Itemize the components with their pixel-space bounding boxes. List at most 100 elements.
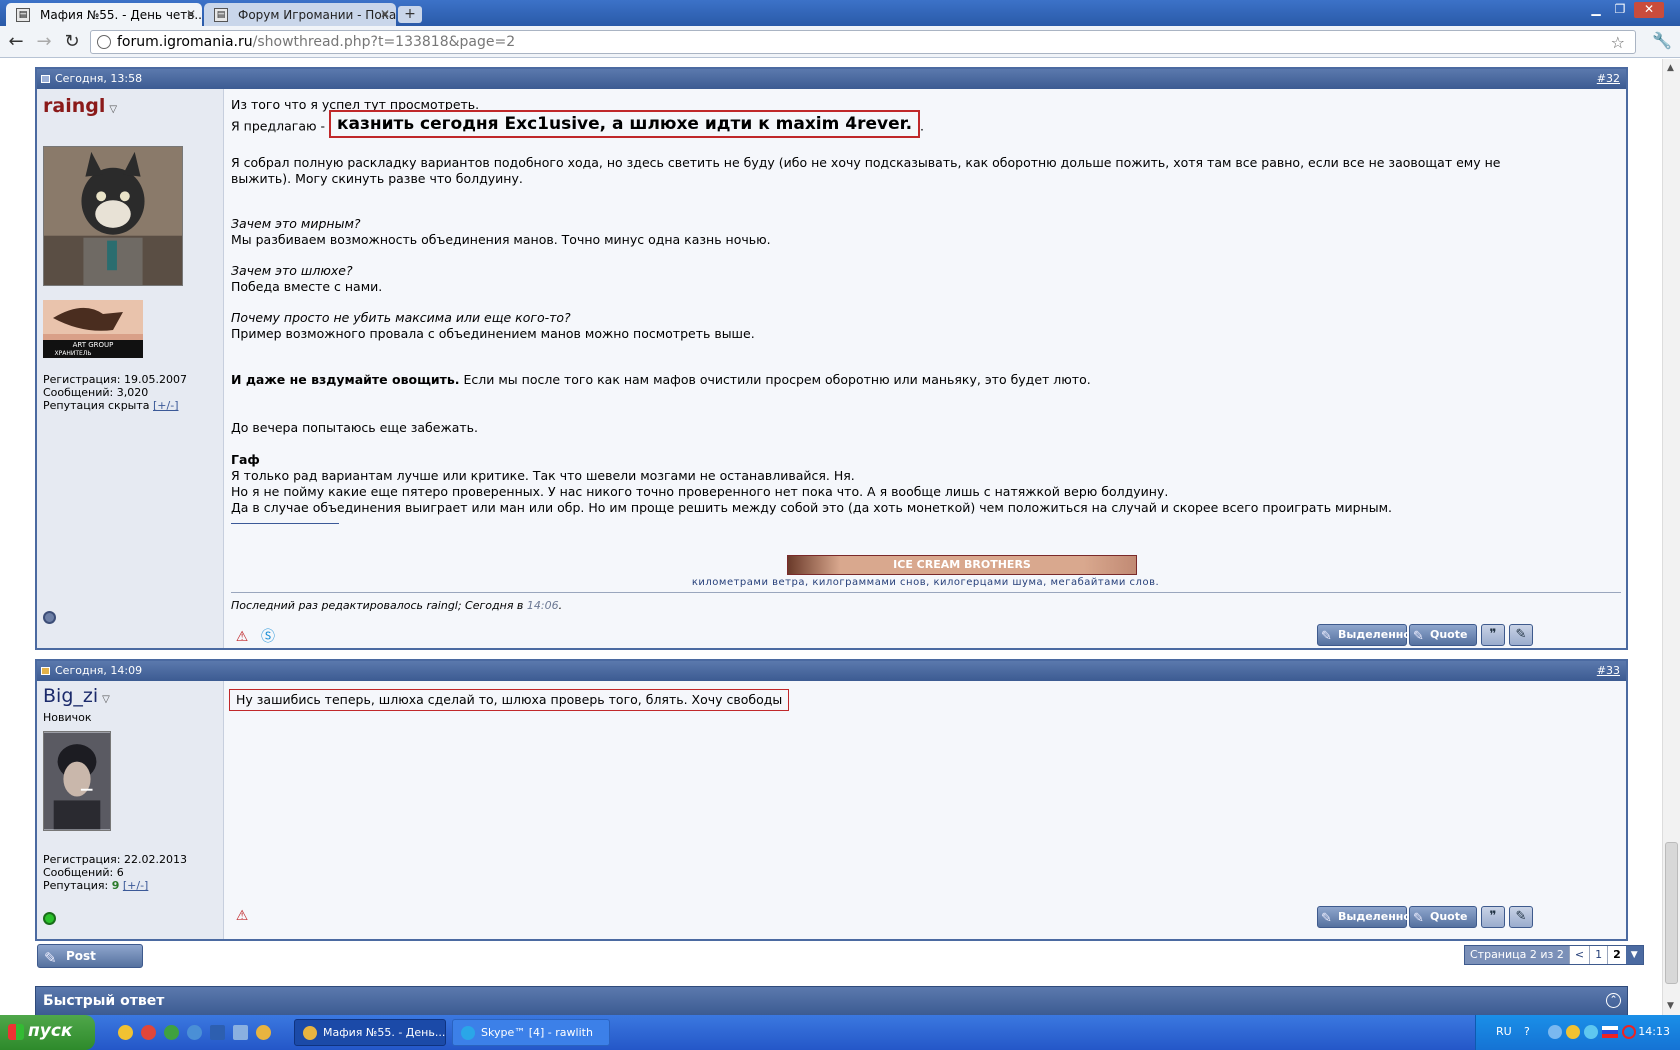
post-33: Сегодня, 14:09 #33 Big_zi ▽ Новичок Регис… bbox=[35, 659, 1628, 941]
minimize-icon[interactable]: ▁ bbox=[1586, 2, 1606, 18]
page-1-link[interactable]: 1 bbox=[1589, 946, 1607, 964]
quicklaunch-icon[interactable] bbox=[118, 1025, 133, 1040]
post-reply-button[interactable]: ✎ Post Reply bbox=[37, 944, 143, 985]
scroll-up-icon[interactable]: ▲ bbox=[1667, 63, 1674, 73]
reply-quote-icon[interactable]: ❞ bbox=[1481, 906, 1505, 928]
skype-icon[interactable]: Ⓢ bbox=[259, 628, 277, 646]
edit-icon[interactable]: ✎ bbox=[1509, 906, 1533, 928]
user-info-column: raingl ▽ ART GROUP ХРАНИТЕЛЬ Регистрация… bbox=[37, 89, 224, 648]
close-window-icon[interactable]: ✕ bbox=[1634, 2, 1664, 18]
help-icon[interactable]: ? bbox=[1524, 1025, 1530, 1038]
bold-text: И даже не вздумайте овощить. bbox=[231, 372, 460, 387]
post-text: Если мы после того как нам мафов очистил… bbox=[459, 372, 1091, 387]
edited-suffix: . bbox=[558, 599, 563, 612]
post-line: Победа вместе с нами. bbox=[231, 279, 383, 294]
quicklaunch-icon[interactable] bbox=[233, 1025, 248, 1040]
chrome-icon[interactable] bbox=[256, 1025, 271, 1040]
star-icon[interactable]: ☆ bbox=[1611, 32, 1625, 54]
tray-icon[interactable] bbox=[1548, 1025, 1562, 1039]
forward-arrow-icon[interactable]: → bbox=[34, 32, 54, 52]
scroll-down-icon[interactable]: ▼ bbox=[1667, 1001, 1674, 1011]
post-number-link[interactable]: #32 bbox=[1597, 69, 1620, 89]
wrench-icon[interactable]: 🔧 bbox=[1652, 31, 1672, 50]
reputation-link[interactable]: [+/-] bbox=[153, 399, 178, 412]
back-arrow-icon[interactable]: ← bbox=[6, 32, 26, 52]
browser-tab-strip: ▤ Мафия №55. - День четв... ✕ ▤ Форум Иг… bbox=[0, 0, 1680, 26]
multiquote-button[interactable]: ✎ Выделенное bbox=[1317, 906, 1418, 928]
user-menu-icon[interactable]: ▽ bbox=[109, 104, 117, 115]
address-bar[interactable]: forum.igromania.ru/showthread.php?t=1338… bbox=[90, 30, 1636, 54]
question-line: Зачем это шлюхе? bbox=[231, 263, 353, 278]
post-heading: Гаф bbox=[231, 452, 260, 467]
reputation-label: Репутация: bbox=[43, 879, 112, 892]
close-icon[interactable]: ✕ bbox=[380, 7, 390, 21]
taskbar-item-label: Skype™ [4] - rawlith bbox=[481, 1026, 593, 1039]
taskbar-item-browser[interactable]: Мафия №55. - День... bbox=[294, 1019, 446, 1046]
user-stats: Регистрация: 19.05.2007 Сообщений: 3,020… bbox=[43, 373, 187, 412]
reply-quote-icon[interactable]: ❞ bbox=[1481, 624, 1505, 646]
reputation-link[interactable]: [+/-] bbox=[123, 879, 148, 892]
tab-forum[interactable]: ▤ Форум Игромании - Показ... ✕ bbox=[204, 3, 396, 26]
page-content: Сегодня, 13:58 #32 raingl ▽ ART GROUP ХР… bbox=[0, 59, 1662, 1015]
post-text: . bbox=[920, 118, 925, 134]
page-menu-icon[interactable]: ▼ bbox=[1625, 946, 1643, 964]
start-button[interactable]: пуск bbox=[0, 1015, 95, 1050]
reload-icon[interactable]: ↻ bbox=[62, 32, 82, 52]
prev-page-link[interactable]: < bbox=[1568, 946, 1589, 964]
page-icon: ▤ bbox=[16, 8, 30, 22]
username: raingl bbox=[43, 95, 106, 117]
page-label: Страница 2 из 2 bbox=[1465, 946, 1569, 964]
tab-mafia[interactable]: ▤ Мафия №55. - День четв... ✕ bbox=[6, 3, 202, 26]
new-tab-button[interactable]: + bbox=[398, 6, 422, 23]
restore-icon[interactable]: ❐ bbox=[1610, 2, 1630, 18]
group-banner: ART GROUP ХРАНИТЕЛЬ bbox=[43, 300, 143, 358]
highlight-box: казнить сегодня Exc1usive, а шлюхе идти … bbox=[328, 110, 921, 138]
vertical-scrollbar[interactable]: ▲ ▼ bbox=[1662, 59, 1680, 1015]
flag-icon[interactable] bbox=[1602, 1026, 1618, 1038]
button-label: Post Reply bbox=[66, 949, 104, 985]
page-2-current: 2 bbox=[1607, 946, 1626, 964]
post-line: Я только рад вариантам лучше или критике… bbox=[231, 468, 855, 483]
url-path: /showthread.php?t=133818&page=2 bbox=[252, 34, 516, 50]
post-text: Я предлагаю - bbox=[231, 118, 325, 134]
language-indicator[interactable]: RU bbox=[1496, 1025, 1512, 1038]
post-line: Я собрал полную раскладку вариантов подо… bbox=[231, 155, 1501, 170]
edit-icon[interactable]: ✎ bbox=[1509, 624, 1533, 646]
tray-icon[interactable] bbox=[1566, 1025, 1580, 1039]
post-date: Сегодня, 14:09 bbox=[55, 664, 143, 677]
pagination: Страница 2 из 2 < 1 2 ▼ bbox=[1464, 945, 1644, 965]
quote-button[interactable]: ✎ Quote bbox=[1409, 624, 1477, 646]
post-line: До вечера попытаюсь еще забежать. bbox=[231, 420, 479, 435]
quicklaunch-icon[interactable] bbox=[164, 1025, 179, 1040]
tray-icon[interactable] bbox=[1622, 1025, 1636, 1039]
quicklaunch-icon[interactable] bbox=[187, 1025, 202, 1040]
username-link[interactable]: Big_zi ▽ bbox=[43, 685, 110, 707]
multiquote-button[interactable]: ✎ Выделенное bbox=[1317, 624, 1418, 646]
report-icon[interactable]: ⚠ bbox=[233, 907, 251, 925]
edited-prefix: Последний раз редактировалось raingl; Се… bbox=[231, 599, 527, 612]
button-label: Quote bbox=[1430, 910, 1468, 923]
system-tray: RU ? 14:13 bbox=[1475, 1015, 1680, 1050]
post-number-link[interactable]: #33 bbox=[1597, 661, 1620, 681]
user-reputation: Репутация скрыта [+/-] bbox=[43, 399, 187, 412]
user-menu-icon[interactable]: ▽ bbox=[102, 694, 110, 705]
close-icon[interactable]: ✕ bbox=[186, 7, 196, 21]
user-messages: Сообщений: 3,020 bbox=[43, 386, 149, 399]
report-icon[interactable]: ⚠ bbox=[233, 628, 251, 646]
post-line: Я предлагаю - казнить сегодня Exc1usive,… bbox=[231, 110, 925, 138]
desktop-icon[interactable] bbox=[210, 1025, 225, 1040]
post-icon bbox=[41, 75, 50, 83]
username-link[interactable]: raingl ▽ bbox=[43, 95, 117, 117]
url-host: forum.igromania.ru bbox=[117, 34, 253, 50]
signature-banner: ICE CREAM BROTHERS bbox=[787, 555, 1137, 575]
quicklaunch-icon[interactable] bbox=[141, 1025, 156, 1040]
taskbar-item-label: Мафия №55. - День... bbox=[323, 1026, 446, 1039]
tray-icon[interactable] bbox=[1584, 1025, 1598, 1039]
scroll-thumb[interactable] bbox=[1665, 842, 1678, 984]
collapse-icon[interactable]: ⌃ bbox=[1606, 993, 1621, 1008]
button-label: Выделенное bbox=[1338, 910, 1419, 923]
quote-button[interactable]: ✎ Quote bbox=[1409, 906, 1477, 928]
user-registration: Регистрация: 22.02.2013 bbox=[43, 853, 187, 866]
reputation-value: 9 bbox=[111, 879, 120, 892]
taskbar-item-skype[interactable]: Skype™ [4] - rawlith bbox=[452, 1019, 610, 1046]
